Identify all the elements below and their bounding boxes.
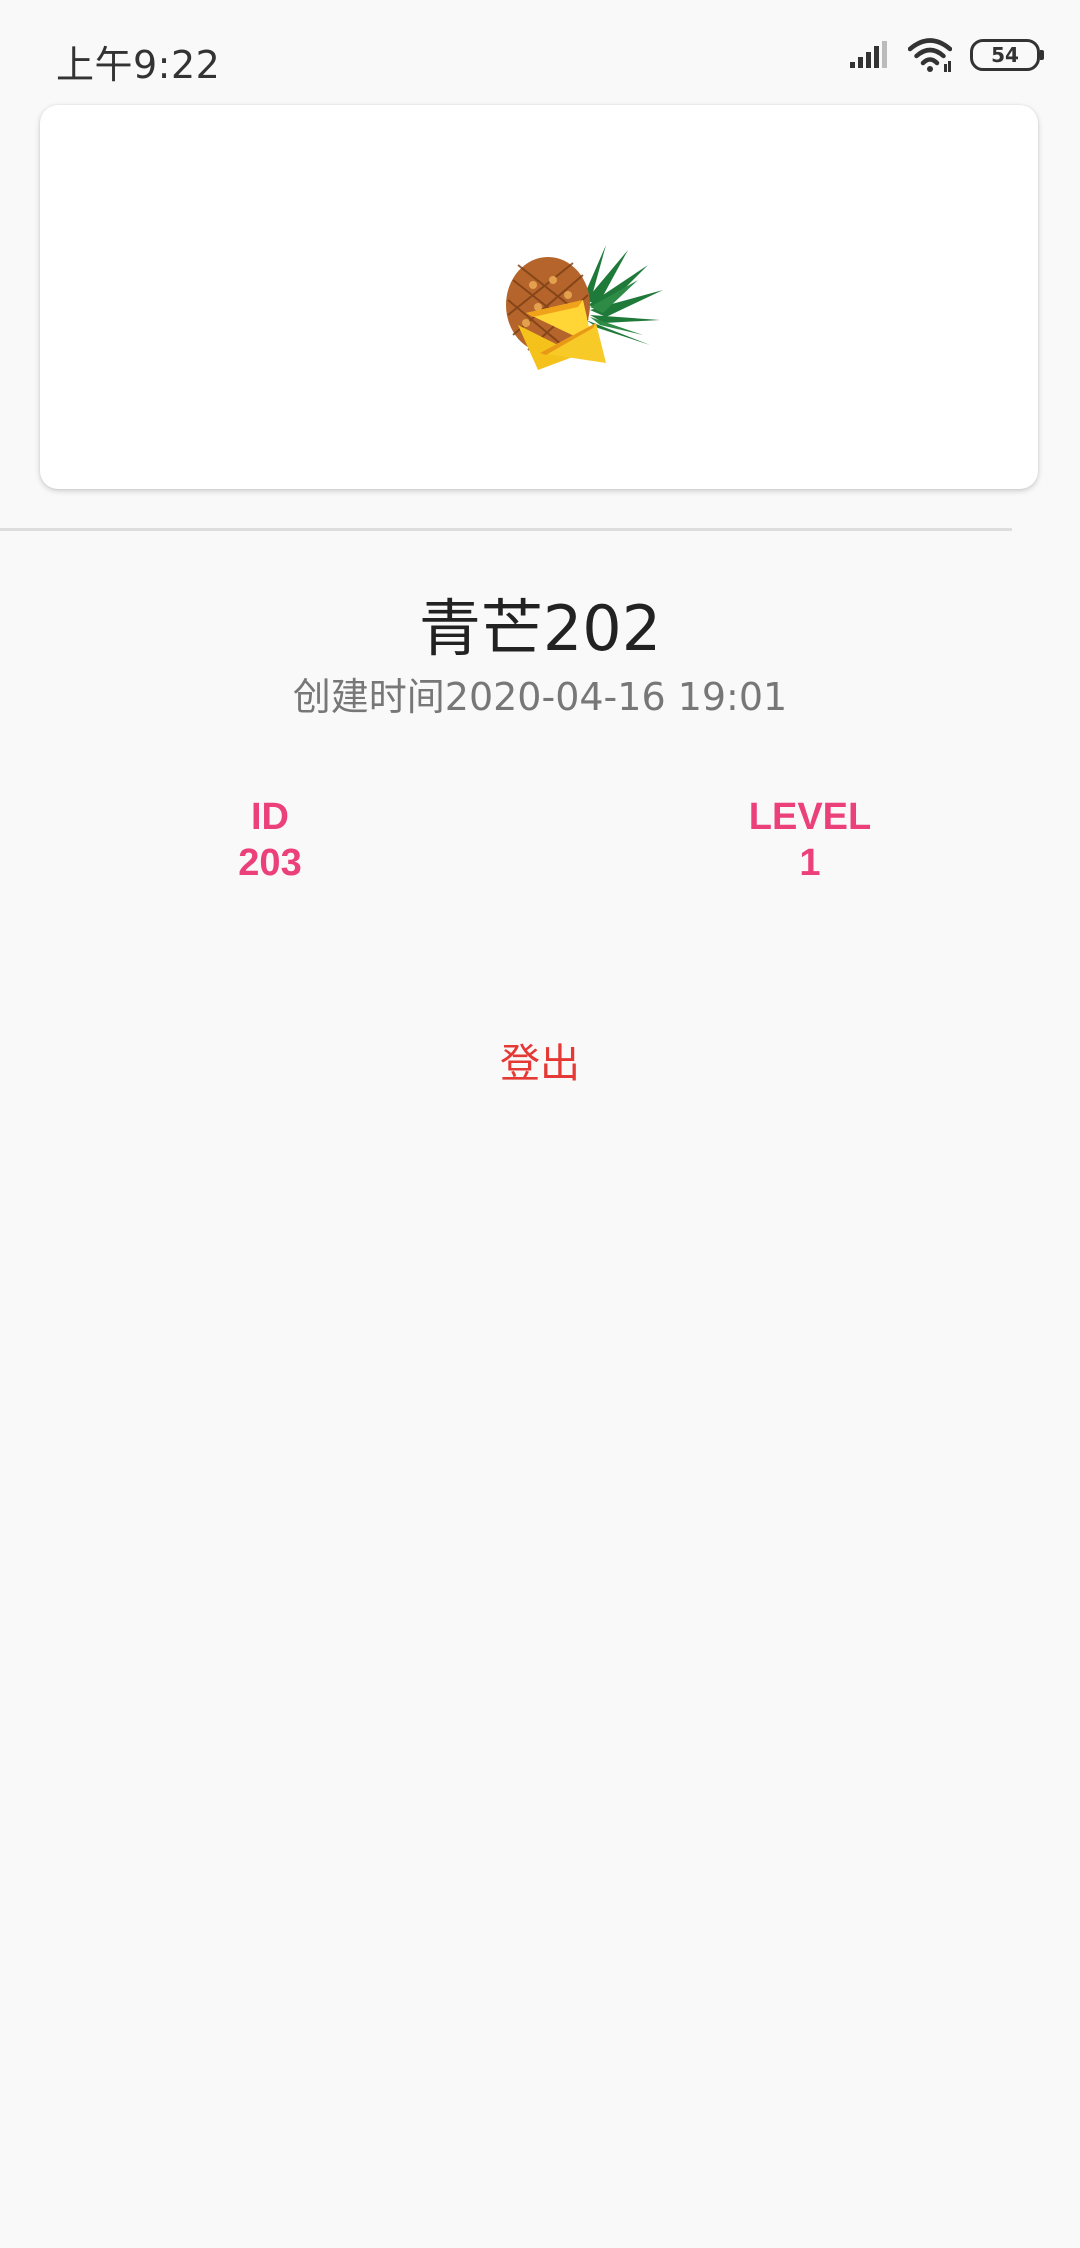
id-stat: ID 203 (120, 794, 420, 886)
battery-level: 54 (991, 43, 1019, 67)
level-label: LEVEL (748, 796, 872, 838)
pineapple-icon (506, 245, 663, 370)
divider (0, 528, 1012, 531)
profile-image-card (40, 105, 1038, 489)
status-bar: 上午9:22 54 (0, 0, 1080, 100)
level-value: 1 (799, 842, 821, 884)
status-icons: 54 (848, 38, 1044, 72)
battery-indicator: 54 (970, 39, 1044, 71)
signal-icon (850, 41, 887, 68)
created-time: 创建时间2020-04-16 19:01 (292, 675, 788, 719)
user-name: 青芒202 (418, 592, 662, 665)
logout-button[interactable]: 登出 (440, 1030, 640, 1090)
status-time: 上午9:22 (56, 43, 221, 87)
id-value: 203 (238, 842, 302, 884)
level-stat: LEVEL 1 (660, 794, 960, 886)
id-label: ID (251, 796, 289, 838)
wifi-icon (908, 38, 952, 72)
